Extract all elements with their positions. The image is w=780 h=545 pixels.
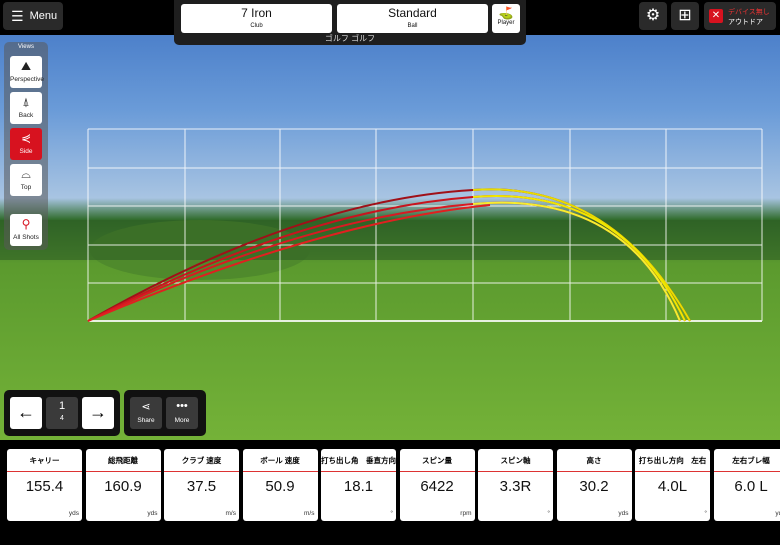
- stat-label: スピン軸: [478, 449, 553, 472]
- all-shots-button[interactable]: ⚲ All Shots: [10, 214, 42, 246]
- shot-counter: 14: [46, 397, 78, 429]
- player-name: ゴルフ ゴルフ: [324, 34, 376, 43]
- views-panel: Views ⛰ Perspective ⍋ Back ⋞ Side ⌓ Top ⚲ All…: [4, 42, 48, 250]
- stat-unit: yds: [68, 510, 79, 517]
- layout-grid-icon[interactable]: ⊞: [671, 2, 699, 30]
- shot-navigator: ← 14 →: [4, 390, 120, 436]
- stat-card: スピン軸 3.3R °: [478, 449, 553, 521]
- stat-label: ボール 速度: [242, 449, 318, 472]
- stat-label: 左右ブレ幅: [713, 449, 780, 472]
- settings-gear-icon[interactable]: ⚙: [639, 2, 667, 30]
- stat-unit: °: [547, 510, 550, 517]
- next-shot-arrow-icon[interactable]: →: [82, 397, 114, 429]
- view-top-button[interactable]: ⌓ Top: [10, 164, 42, 196]
- stat-value: 4.0L: [657, 478, 688, 495]
- stat-value: 155.4: [25, 478, 64, 495]
- stat-card: 高さ 30.2 yds: [556, 449, 632, 521]
- stat-value: 3.3R: [499, 478, 532, 495]
- hamburger-icon: ☰: [11, 7, 24, 24]
- player-button[interactable]: ⛳ Player: [492, 4, 520, 33]
- top-view-icon: ⌓: [21, 167, 31, 181]
- club-ball-player-panel: 7 Iron Club Standard Ball ⛳ Player ゴルフ ゴルフ: [174, 0, 526, 45]
- view-back-button[interactable]: ⍋ Back: [10, 92, 42, 124]
- golfer-icon: ⛳: [498, 6, 514, 20]
- stat-value: 30.2: [579, 478, 609, 495]
- stat-card: ボール 速度 50.9 m/s: [242, 449, 318, 521]
- stat-value: 50.9: [265, 478, 295, 495]
- stat-unit: m/s: [304, 510, 315, 517]
- perspective-icon: ⛰: [20, 59, 32, 73]
- stat-value: 6.0 L: [734, 478, 768, 495]
- trajectory-chart: [0, 128, 780, 322]
- stat-label: キャリー: [7, 449, 82, 472]
- stat-unit: rpm: [460, 510, 472, 517]
- stat-label: 高さ: [556, 449, 632, 472]
- share-more-panel: ⋖ Share ••• More: [124, 390, 206, 436]
- side-view-icon: ⋞: [20, 131, 32, 145]
- stat-label: 打ち出し方向 左右: [635, 449, 710, 472]
- stat-label: 打ち出し角 垂直方向: [321, 449, 396, 472]
- stat-unit: °: [390, 510, 393, 517]
- more-dots-icon: •••: [176, 400, 188, 412]
- all-shots-icon: ⚲: [21, 217, 31, 231]
- stat-value: 18.1: [343, 478, 374, 495]
- stat-label: スピン量: [399, 449, 475, 472]
- menu-button[interactable]: ☰ Menu: [3, 2, 63, 30]
- shot-stats-bar: キャリー 155.4 yds 総飛距離 160.9 yds クラブ 速度 37.5 m/s ボール…: [0, 440, 780, 545]
- stat-value: 37.5: [186, 478, 217, 495]
- stat-value: 160.9: [104, 478, 142, 495]
- golf-scene-side-view: [0, 0, 780, 440]
- stat-value: 6422: [420, 478, 454, 495]
- stat-label: 総飛距離: [85, 449, 161, 472]
- stat-card: キャリー 155.4 yds: [7, 449, 82, 521]
- more-button[interactable]: ••• More: [166, 397, 198, 429]
- stat-card: 打ち出し方向 左右 4.0L °: [635, 449, 710, 521]
- ball-selector[interactable]: Standard Ball: [337, 4, 488, 33]
- view-side-button[interactable]: ⋞ Side: [10, 128, 42, 160]
- stat-card: 左右ブレ幅 6.0 L yds: [713, 449, 780, 521]
- view-perspective-button[interactable]: ⛰ Perspective: [10, 56, 44, 88]
- back-view-icon: ⍋: [22, 95, 30, 109]
- stat-card: スピン量 6422 rpm: [399, 449, 475, 521]
- stat-card: 打ち出し角 垂直方向 18.1 °: [321, 449, 396, 521]
- stat-unit: yds: [618, 510, 629, 517]
- club-selector[interactable]: 7 Iron Club: [181, 4, 332, 33]
- stat-unit: °: [704, 510, 707, 517]
- previous-shot-arrow-icon[interactable]: ←: [10, 397, 42, 429]
- close-x-icon: ✕: [709, 9, 723, 23]
- stat-card: 総飛距離 160.9 yds: [85, 449, 161, 521]
- device-status-button[interactable]: ✕ デバイス無し アウトドア: [704, 2, 776, 30]
- stat-unit: m/s: [225, 510, 236, 517]
- stat-unit: yds: [775, 510, 780, 517]
- stat-label: クラブ 速度: [164, 449, 239, 472]
- stat-card: クラブ 速度 37.5 m/s: [164, 449, 239, 521]
- share-button[interactable]: ⋖ Share: [130, 397, 162, 429]
- stat-unit: yds: [147, 510, 158, 517]
- share-icon: ⋖: [141, 401, 151, 413]
